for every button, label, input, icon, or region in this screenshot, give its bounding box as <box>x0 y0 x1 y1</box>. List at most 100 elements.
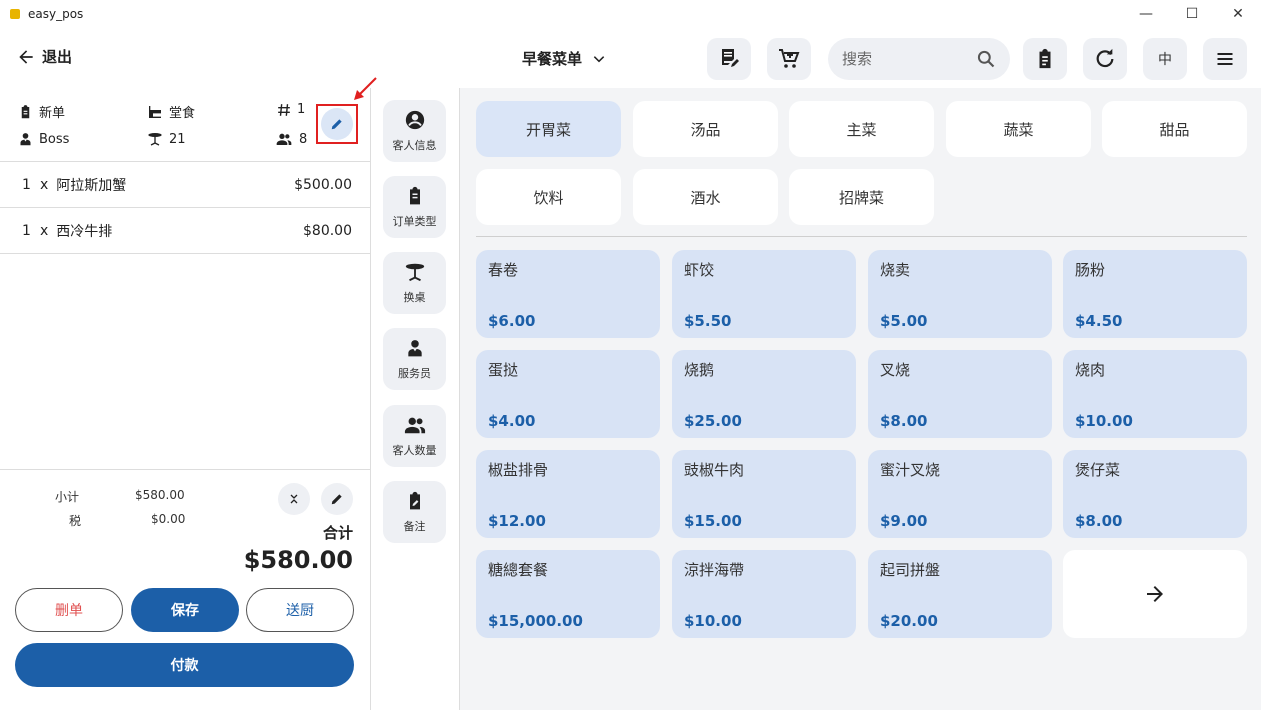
product-card[interactable]: 烧卖 $5.00 <box>868 250 1052 338</box>
hamburger-menu-button[interactable] <box>1203 38 1247 80</box>
category-tab[interactable]: 汤品 <box>633 101 778 157</box>
item-qty: 1 <box>22 222 31 239</box>
item-price: $500.00 <box>294 176 352 193</box>
product-price: $4.00 <box>488 412 536 430</box>
item-multiplier: x <box>40 176 49 193</box>
delete-order-button[interactable]: 删单 <box>15 588 123 632</box>
product-name: 叉烧 <box>880 361 911 379</box>
item-name: 阿拉斯加蟹 <box>56 177 127 194</box>
close-button[interactable]: ✕ <box>1215 0 1261 28</box>
send-kitchen-button[interactable]: 送厨 <box>246 588 354 632</box>
product-card[interactable]: 虾饺 $5.50 <box>672 250 856 338</box>
waiter-icon <box>20 133 31 146</box>
category-tab[interactable]: 主菜 <box>789 101 934 157</box>
side-button-label: 备注 <box>403 520 426 533</box>
product-card[interactable]: 肠粉 $4.50 <box>1063 250 1247 338</box>
search-icon[interactable] <box>976 49 996 69</box>
clipboard-button[interactable] <box>1023 38 1067 80</box>
side-button-label: 订单类型 <box>392 215 437 228</box>
edit-order-info-button[interactable] <box>321 108 353 140</box>
product-card[interactable]: 糖總套餐 $15,000.00 <box>476 550 660 638</box>
change-table-button[interactable]: 换桌 <box>383 252 446 314</box>
receipt-edit-button[interactable] <box>707 38 751 80</box>
product-price: $15,000.00 <box>488 612 583 630</box>
guest-count-text: 8 <box>299 131 308 147</box>
minimize-button[interactable]: — <box>1123 0 1169 28</box>
product-price: $12.00 <box>488 512 546 530</box>
search-input[interactable] <box>842 50 972 68</box>
product-card[interactable]: 烧鹅 $25.00 <box>672 350 856 438</box>
pencil-icon <box>331 119 342 130</box>
side-button-label: 服务员 <box>398 367 431 380</box>
guest-count: 8 <box>275 131 307 147</box>
side-button-label: 客人信息 <box>392 139 437 152</box>
category-tab[interactable]: 招牌菜 <box>789 169 934 225</box>
clipboard-icon <box>1039 48 1051 69</box>
pay-button[interactable]: 付款 <box>15 643 354 687</box>
guest-count-button[interactable]: 客人数量 <box>383 405 446 467</box>
refresh-button[interactable] <box>1083 38 1127 80</box>
waiter-button[interactable]: 服务员 <box>383 328 446 390</box>
product-card[interactable]: 蛋挞 $4.00 <box>476 350 660 438</box>
product-price: $4.50 <box>1075 312 1123 330</box>
product-name: 豉椒牛肉 <box>684 461 745 479</box>
category-tab[interactable]: 开胃菜 <box>476 101 621 157</box>
subtotal-label: 小计 <box>55 490 80 504</box>
product-price: $25.00 <box>684 412 742 430</box>
menu-selector[interactable]: 早餐菜单 <box>522 48 606 69</box>
product-price: $10.00 <box>1075 412 1133 430</box>
save-order-button[interactable]: 保存 <box>131 588 239 632</box>
item-qty: 1 <box>22 176 31 193</box>
product-card[interactable]: 豉椒牛肉 $15.00 <box>672 450 856 538</box>
side-button-label: 客人数量 <box>392 444 437 457</box>
product-name: 烧卖 <box>880 261 911 279</box>
product-card[interactable]: 叉烧 $8.00 <box>868 350 1052 438</box>
product-price: $10.00 <box>684 612 742 630</box>
back-button[interactable]: 退出 <box>16 46 72 67</box>
table-number: 21 <box>169 131 186 147</box>
category-tab[interactable]: 酒水 <box>633 169 778 225</box>
product-card[interactable]: 蜜汁叉烧 $9.00 <box>868 450 1052 538</box>
product-card[interactable]: 涼拌海帶 $10.00 <box>672 550 856 638</box>
hash-icon <box>278 103 290 116</box>
totals-section: 小计 $580.00 税 $0.00 合计 $580.00 删单 保存 送厨 付… <box>0 469 370 710</box>
category-tab[interactable]: 蔬菜 <box>946 101 1091 157</box>
collapse-button[interactable] <box>278 483 310 515</box>
subtotal-value: $580.00 <box>135 488 185 502</box>
order-type-button[interactable]: 订单类型 <box>383 176 446 238</box>
order-items: 1 x 阿拉斯加蟹 $500.00 1 x 西冷牛排 $80.00 <box>0 162 370 254</box>
edit-totals-button[interactable] <box>321 483 353 515</box>
menu-name: 早餐菜单 <box>522 50 583 68</box>
waiter-icon <box>407 340 422 357</box>
table-icon <box>405 263 424 282</box>
maximize-button[interactable]: ☐ <box>1169 0 1215 28</box>
product-card[interactable]: 煲仔菜 $8.00 <box>1063 450 1247 538</box>
product-name: 煲仔菜 <box>1075 461 1121 479</box>
tax-label: 税 <box>69 514 82 528</box>
customer-info-button[interactable]: 客人信息 <box>383 100 446 162</box>
product-card[interactable]: 春卷 $6.00 <box>476 250 660 338</box>
order-item[interactable]: 1 x 阿拉斯加蟹 $500.00 <box>0 162 370 208</box>
side-actions: 客人信息 订单类型 换桌 服务员 客人数量 备注 <box>371 88 460 710</box>
receipt-edit-icon <box>722 49 739 67</box>
cart-button[interactable] <box>767 38 811 80</box>
chevron-down-icon <box>593 55 605 62</box>
product-price: $15.00 <box>684 512 742 530</box>
product-price: $5.50 <box>684 312 732 330</box>
note-button[interactable]: 备注 <box>383 481 446 543</box>
order-item[interactable]: 1 x 西冷牛排 $80.00 <box>0 208 370 254</box>
cart-plus-icon <box>779 49 800 68</box>
product-name: 椒盐排骨 <box>488 461 549 479</box>
product-card[interactable]: 烧肉 $10.00 <box>1063 350 1247 438</box>
product-card[interactable]: 起司拼盤 $20.00 <box>868 550 1052 638</box>
product-card[interactable]: 椒盐排骨 $12.00 <box>476 450 660 538</box>
category-tab[interactable]: 甜品 <box>1102 101 1247 157</box>
language-button[interactable]: 中 <box>1143 38 1187 80</box>
next-page-button[interactable] <box>1063 550 1247 638</box>
product-price: $20.00 <box>880 612 938 630</box>
account-circle-icon <box>405 110 424 130</box>
category-tab[interactable]: 饮料 <box>476 169 621 225</box>
refresh-icon <box>1096 48 1114 68</box>
item-multiplier: x <box>40 222 49 239</box>
product-price: $8.00 <box>880 412 928 430</box>
